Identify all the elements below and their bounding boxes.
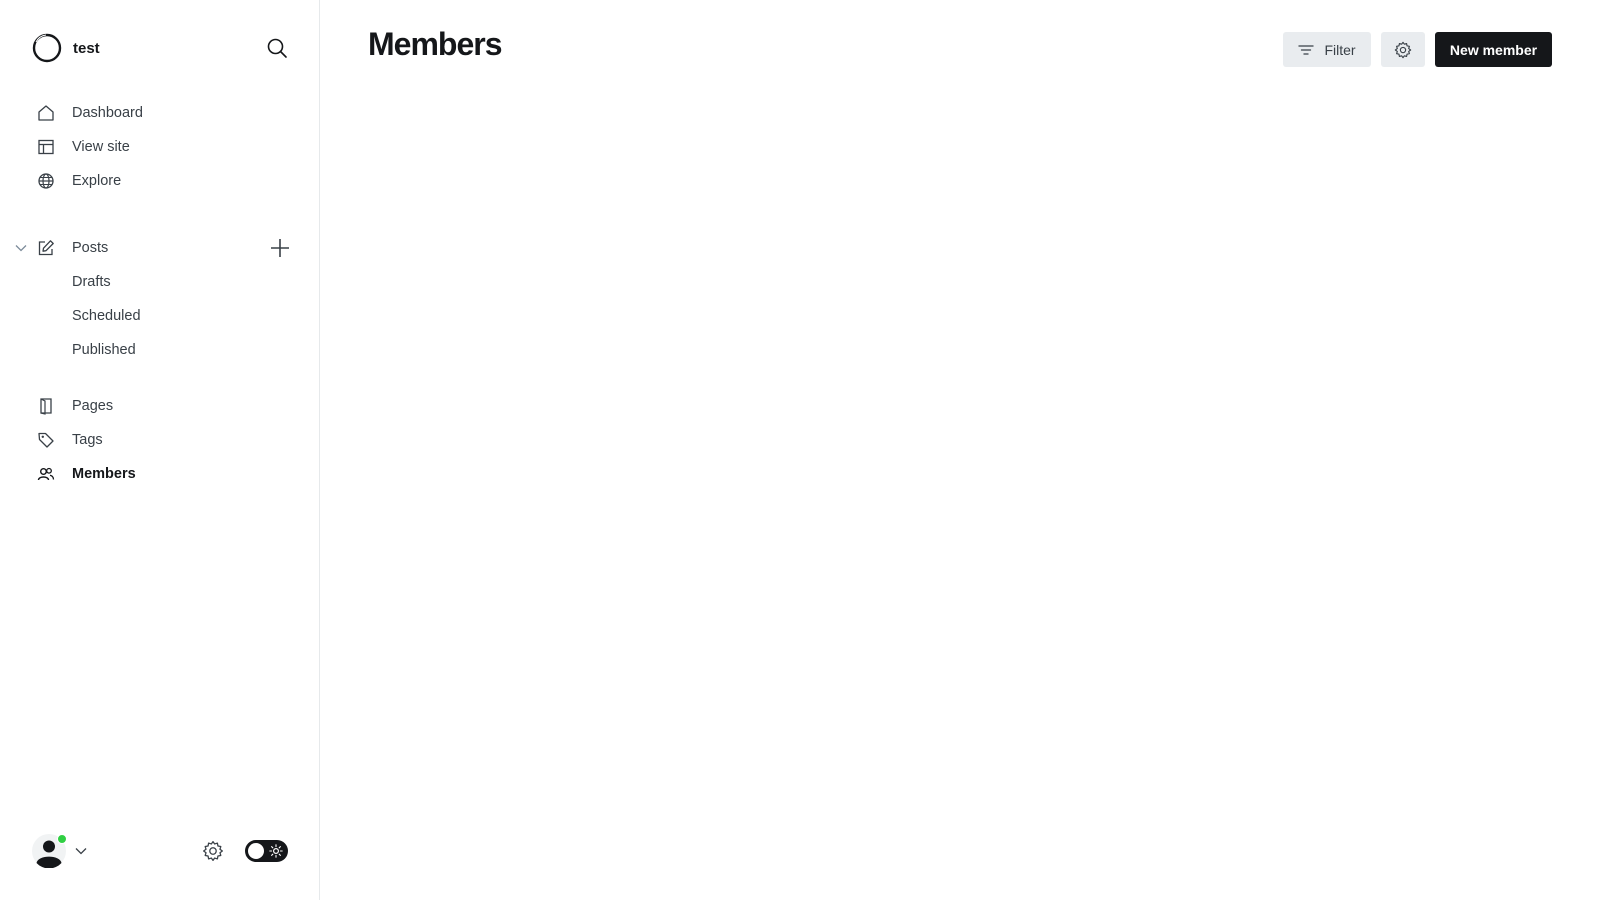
page-icon (36, 396, 56, 416)
sidebar-item-label: Explore (72, 173, 122, 189)
ghost-ring-logo-icon (32, 33, 62, 63)
search-icon[interactable] (266, 37, 288, 59)
member-settings-button[interactable] (1381, 32, 1425, 67)
sidebar-item-posts[interactable]: Posts (36, 234, 286, 262)
add-post-icon[interactable] (268, 236, 292, 260)
filter-icon (1298, 44, 1315, 55)
sidebar-item-pages[interactable]: Pages (36, 392, 286, 420)
members-icon (36, 464, 56, 484)
sidebar-item-label: Members (72, 466, 136, 482)
sidebar-item-tags[interactable]: Tags (36, 426, 286, 454)
new-member-button[interactable]: New member (1435, 32, 1552, 67)
online-status-dot (57, 834, 67, 844)
page-title: Members (368, 26, 502, 62)
sidebar-subitem-scheduled[interactable]: Scheduled (72, 302, 141, 330)
sidebar-subitem-drafts[interactable]: Drafts (72, 268, 111, 296)
home-icon (36, 103, 56, 123)
tag-icon (36, 430, 56, 450)
chevron-down-icon[interactable] (74, 844, 88, 858)
filter-label: Filter (1324, 41, 1356, 58)
sidebar-item-dashboard[interactable]: Dashboard (36, 99, 286, 127)
brand[interactable]: test (32, 32, 100, 64)
sidebar-item-label: Tags (72, 432, 103, 448)
toggle-knob (248, 843, 264, 859)
pencil-square-icon (36, 238, 56, 258)
gear-icon (1394, 41, 1412, 58)
sun-icon (269, 844, 283, 858)
filter-button[interactable]: Filter (1283, 32, 1371, 67)
main-content: Members Filter New member (320, 0, 1600, 900)
sidebar-item-explore[interactable]: Explore (36, 167, 286, 195)
gear-icon[interactable] (202, 840, 224, 862)
globe-icon (36, 171, 56, 191)
sidebar-item-members[interactable]: Members (36, 460, 286, 488)
sidebar-item-label: Dashboard (72, 105, 143, 121)
sidebar-subitem-published[interactable]: Published (72, 336, 136, 364)
sidebar-item-label: Pages (72, 398, 114, 414)
layout-icon (36, 137, 56, 157)
brand-name: test (73, 39, 100, 57)
sidebar: test Dashboard View site Explore Posts D… (0, 0, 320, 900)
sidebar-item-label: View site (72, 139, 130, 155)
sidebar-item-view-site[interactable]: View site (36, 133, 286, 161)
sidebar-item-label: Posts (72, 240, 109, 256)
chevron-down-icon[interactable] (14, 241, 28, 255)
dark-mode-toggle[interactable] (245, 840, 288, 862)
